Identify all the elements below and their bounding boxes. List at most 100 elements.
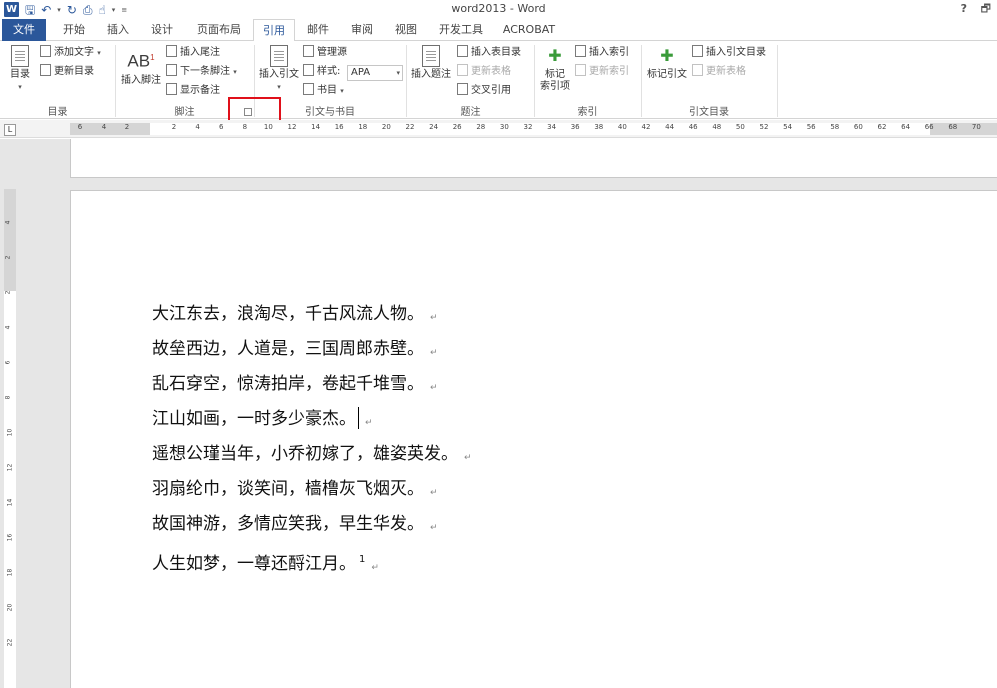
insert-footnote-button[interactable]: AB1 插入脚注 [119,47,163,87]
paragraph-mark-icon: ↵ [365,418,373,428]
style-label: 样式: [303,63,340,81]
table-of-figures-icon [457,45,468,57]
vertical-ruler-tick-label: 12 [6,463,14,472]
tab-design[interactable]: 设计 [141,19,183,41]
insert-caption-icon [422,45,440,67]
tab-home[interactable]: 开始 [53,19,95,41]
footnote-reference[interactable]: 1 [359,554,365,565]
line-text: 遥想公瑾当年，小乔初嫁了，雄姿英发。 [152,444,458,464]
next-footnote-button[interactable]: 下一条脚注 ▾ [166,63,237,81]
document-page[interactable]: 大江东去，浪淘尽，千古风流人物。 ↵ 故垒西边，人道是，三国周郎赤壁。 ↵ 乱石穿空… [70,190,997,688]
update-index-button[interactable]: 更新索引 [575,63,629,81]
ruler-right-margin [930,123,997,135]
document-body[interactable]: 大江东去，浪淘尽，千古风流人物。 ↵ 故垒西边，人道是，三国周郎赤壁。 ↵ 乱石穿空… [152,297,472,577]
next-footnote-icon [166,64,177,76]
manage-sources-button[interactable]: 管理源 [303,44,347,62]
text-line[interactable]: 故国神游，多情应笑我，早生华发。 ↵ [152,507,472,542]
insert-endnote-button[interactable]: 插入尾注 [166,44,220,62]
mark-citation-button[interactable]: ✚ 标记引文 [645,45,689,81]
text-line[interactable]: 故垒西边，人道是，三国周郎赤壁。 ↵ [152,332,472,367]
ruler-tick-label: 46 [688,123,698,131]
insert-index-label: 插入索引 [589,47,629,58]
insert-table-of-authorities-button[interactable]: 插入引文目录 [692,44,766,62]
ruler-tick-label: 50 [735,123,745,131]
vertical-ruler-tick-label: 18 [6,568,14,577]
insert-caption-label: 插入题注 [411,69,451,80]
footnote-icon: AB1 [127,51,155,71]
chevron-down-icon: ▾ [97,49,101,57]
line-text: 乱石穿空，惊涛拍岸，卷起千堆雪。 [152,374,424,394]
table-of-contents-icon [11,45,29,67]
update-authorities-table-button[interactable]: 更新表格 [692,63,746,81]
vertical-ruler-tick-label: 22 [6,638,14,647]
vertical-ruler[interactable]: 4 2 2 4 6 8 10 12 14 16 18 20 22 [4,189,16,688]
mark-entry-label-1: 标记 [545,69,565,80]
citation-style-dropdown[interactable]: APA ▾ [347,65,403,81]
line-text: 江山如画，一时多少豪杰。 [152,409,356,429]
text-cursor [358,407,359,429]
vertical-ruler-tick-label: 20 [6,603,14,612]
bibliography-icon [303,83,314,95]
insert-caption-button[interactable]: 插入题注 [410,45,452,81]
vertical-ruler-margin [4,189,16,291]
mark-entry-button[interactable]: ✚ 标记 索引项 [538,45,572,93]
vertical-ruler-tick-label: 16 [6,533,14,542]
add-text-button[interactable]: 添加文字 ▾ [40,44,101,62]
text-line[interactable]: 乱石穿空，惊涛拍岸，卷起千堆雪。 ↵ [152,367,472,402]
bibliography-label: 书目 [317,85,337,96]
cross-reference-button[interactable]: 交叉引用 [457,82,511,100]
paragraph-mark-icon: ↵ [430,313,438,323]
tab-insert[interactable]: 插入 [97,19,139,41]
update-figures-table-button[interactable]: 更新表格 [457,63,511,81]
tab-mailings[interactable]: 邮件 [298,19,338,41]
restore-button[interactable]: 🗗 [981,0,991,19]
ruler-tick-label: 14 [311,123,321,131]
ruler-tick-label: 54 [783,123,793,131]
text-line[interactable]: 遥想公瑾当年，小乔初嫁了，雄姿英发。 ↵ [152,437,472,472]
ruler-tick-label: 68 [948,123,958,131]
insert-index-button[interactable]: 插入索引 [575,44,629,62]
tab-file[interactable]: 文件 [2,19,46,41]
tab-review[interactable]: 审阅 [342,19,382,41]
tab-developer[interactable]: 开发工具 [432,19,490,41]
update-toc-label: 更新目录 [54,66,94,77]
ruler-tick-label: 2 [171,123,177,131]
insert-endnote-label: 插入尾注 [180,47,220,58]
ruler-tick-label: 10 [263,123,273,131]
bibliography-button[interactable]: 书目 ▾ [303,82,344,100]
next-footnote-label: 下一条脚注 [180,66,230,77]
ruler-tick-label: 64 [901,123,911,131]
ruler-tick-label: 36 [570,123,580,131]
paragraph-mark-icon: ↵ [430,523,438,533]
ruler-tick-label: 42 [641,123,651,131]
chevron-down-icon: ▾ [340,87,344,95]
ruler-tick-label: 30 [499,123,509,131]
update-toc-button[interactable]: 更新目录 [40,63,94,81]
text-line[interactable]: 江山如画，一时多少豪杰。 ↵ [152,402,472,437]
tab-references[interactable]: 引用 [253,19,295,42]
ruler-tick-label: 44 [665,123,675,131]
text-line[interactable]: 羽扇纶巾，谈笑间，樯橹灰飞烟灭。 ↵ [152,472,472,507]
line-text: 大江东去，浪淘尽，千古风流人物。 [152,304,424,324]
show-notes-button[interactable]: 显示备注 [166,82,220,100]
tab-acrobat[interactable]: ACROBAT [496,19,562,41]
ruler-tick-label: 6 [218,123,224,131]
insert-citation-button[interactable]: 插入引文 ▾ [257,45,301,93]
vertical-ruler-tick-label: 4 [4,325,12,330]
ruler-tick-label: 8 [242,123,248,131]
tab-selector[interactable]: L [4,124,16,136]
insert-index-icon [575,45,586,57]
text-line[interactable]: 人生如梦，一尊还酹江月。 1 ↵ [152,542,472,577]
ruler-tick-label: 4 [101,123,107,131]
help-button[interactable]: ? [961,2,967,15]
text-line[interactable]: 大江东去，浪淘尽，千古风流人物。 ↵ [152,297,472,332]
insert-table-of-figures-button[interactable]: 插入表目录 [457,44,521,62]
horizontal-ruler[interactable]: L 6 4 2 2 4 6 8 10 12 14 16 18 20 22 24 26 28 30 32 34 36 38 4… [0,120,997,138]
title-bar: W 🖫 ↶ ▾ ↻ ⎙ ☝ ▾ ≡ word2013 - Word ? 🗗 [0,0,997,19]
tab-page-layout[interactable]: 页面布局 [190,19,248,41]
tab-view[interactable]: 视图 [386,19,426,41]
ruler-tick-label: 32 [523,123,533,131]
ruler-tick-label: 48 [712,123,722,131]
style-icon [303,64,314,76]
toc-button[interactable]: 目录 ▾ [6,45,34,93]
